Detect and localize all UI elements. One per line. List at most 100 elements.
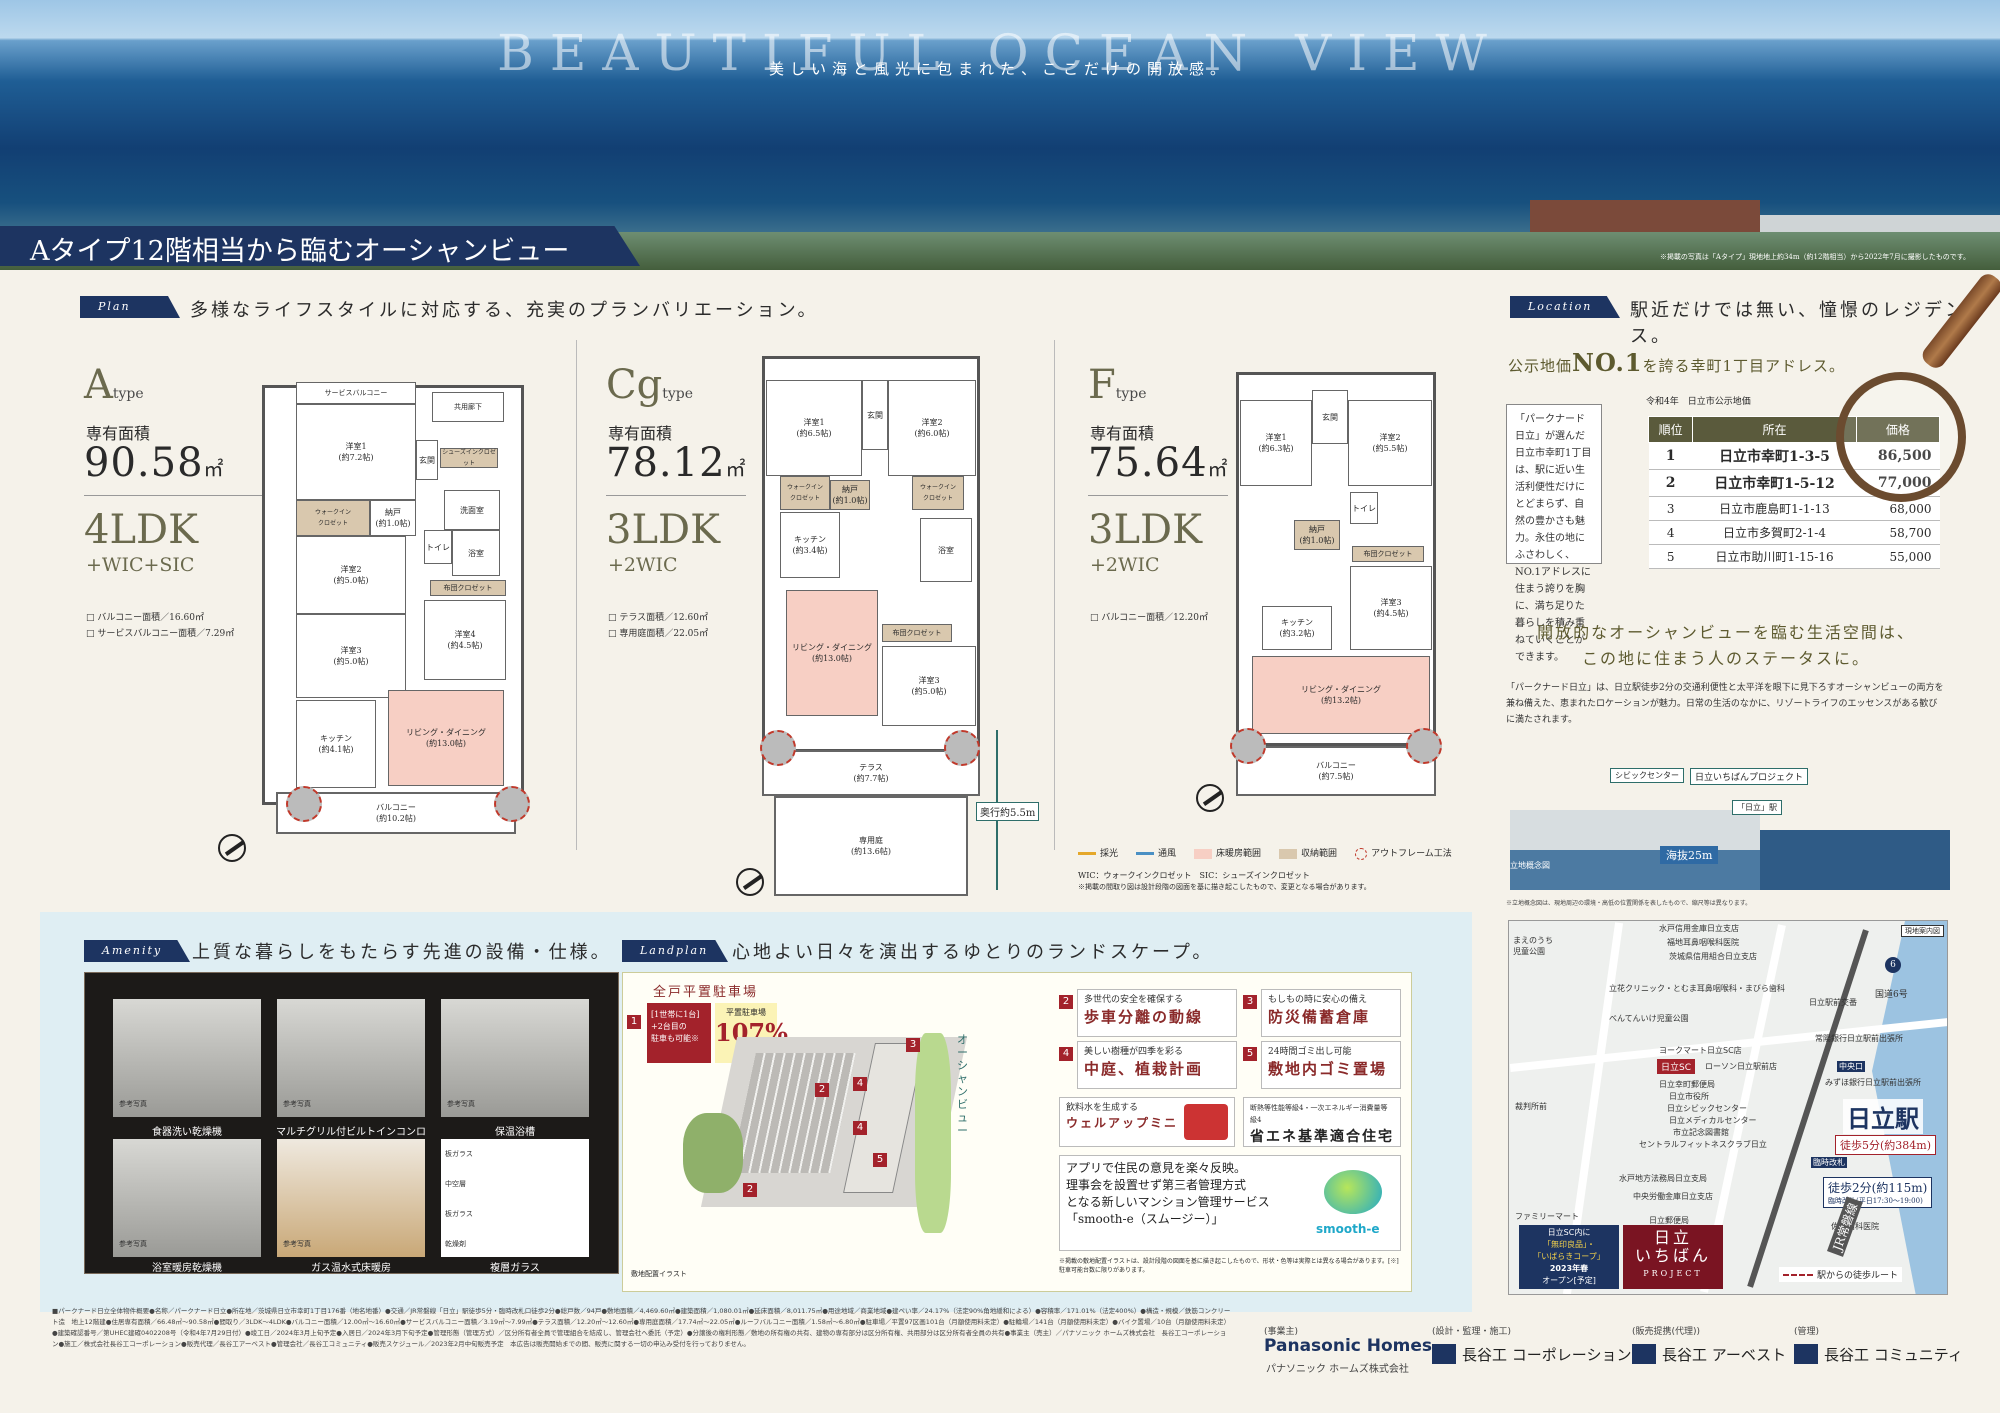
elev-buildings [1510, 810, 1760, 850]
num-badge: 2 [1059, 995, 1073, 1009]
parking-title: 全戸平置駐車場 [653, 985, 759, 1000]
water-unit-icon [1184, 1104, 1228, 1140]
fp-f-storage: 納戸 (約1.0帖) [1294, 520, 1340, 550]
compass-icon [1196, 784, 1224, 812]
feature-box: 美しい樹種が四季を彩る 中庭、植栽計画 [1077, 1041, 1237, 1089]
fp-a-shoes-closet: シューズインクロゼット [440, 448, 498, 468]
plan-legend: 採光 通風 床暖房範囲 収納範囲 アウトフレーム工法 [1078, 846, 1452, 860]
fp-a-washroom: 洗面室 [444, 490, 500, 530]
fp-f-living: リビング・ダイニング (約13.2帖) [1252, 656, 1430, 734]
ocean-view-photo: BEAUTIFUL OCEAN VIEW 美しい海と風光に包まれた、ここだけの開… [0, 0, 2000, 270]
amenity-tag: Amenity [84, 940, 190, 962]
fp-c-column-left [760, 730, 796, 766]
type-f-extra: +2WIC [1090, 554, 1160, 576]
fp-c-futon-closet: 布団クロゼット [882, 624, 952, 642]
fp-c-storage: 納戸 (約1.0帖) [830, 480, 870, 510]
amenity-title: 上質な暮らしをもたらす先進の設備・仕様。 [192, 942, 612, 963]
amenity-card: 参考写真 [113, 1139, 261, 1257]
type-a-divider [84, 495, 264, 496]
fp-f-kitchen: キッチン (約3.2帖) [1262, 606, 1332, 650]
feature-box: 24時間ゴミ出し可能 敷地内ゴミ置場 [1261, 1041, 1401, 1089]
feature-box: 多世代の安全を確保する 歩車分離の動線 [1077, 989, 1237, 1037]
amenity-card: 参考写真 [277, 999, 425, 1117]
fp-a-futon-closet: 布団クロゼット [430, 580, 506, 596]
area-map: 水戸信用金庫日立支店 福地耳鼻咽喉科医院 茨城県信用組合日立支店 まえのうち児童… [1508, 920, 1948, 1295]
fp-c-walkin1: ウォークイン クロゼット [780, 476, 830, 510]
landplan-note: ※掲載の敷地配置イラストは、設計段階の図面を基に描き起こしたもので、形状・色等は… [1059, 1258, 1399, 1274]
plan-separator [1054, 340, 1055, 850]
fp-a-bath: 浴室 [452, 530, 500, 576]
sc-announcement: 日立SC内に 「無印良品」・ 「いばらきコープ」 2023年春 オープン[予定] [1519, 1225, 1619, 1289]
type-f-area: 75.64㎡ [1088, 440, 1229, 486]
fp-a-room1: 洋室1 (約7.2帖) [296, 404, 416, 500]
amenity-panel: 参考写真 食器洗い乾燥機 参考写真 マルチグリル付ビルトインコンロ 参考写真 保… [84, 972, 619, 1274]
property-overview: ■パークナード日立全体物件概要●名称／パークナード日立●所在地／茨城県日立市幸町… [52, 1307, 1231, 1348]
amenity-caption: 保温浴槽 [495, 1127, 535, 1138]
fp-c-kitchen: キッチン (約3.4帖) [780, 512, 840, 578]
fp-c-entrance: 玄関 [862, 380, 888, 450]
type-a-extra: +WIC+SIC [86, 554, 195, 576]
parking-badge: [1世帯に1台] +2台目の 駐車も可能※ [647, 1003, 711, 1063]
compass-icon [736, 868, 764, 896]
fp-a-room2: 洋室2 (約5.0帖) [296, 536, 406, 614]
elev-sea-cliff [1760, 830, 1950, 890]
hero-banner: Aタイプ12階相当から臨むオーシャンビュー [0, 226, 640, 266]
fp-f-entrance: 玄関 [1312, 390, 1348, 444]
seller-name: パナソニック ホームズ株式会社 [1266, 1364, 1409, 1375]
location-tag: Location [1510, 296, 1620, 318]
amenity-card: 参考写真 [113, 999, 261, 1117]
table-caption: 令和4年 日立市公示地価 [1646, 397, 1751, 407]
fp-c-garden: 専用庭 (約13.6帖) [774, 796, 968, 896]
elev-civic: シビックセンター [1610, 768, 1684, 783]
brochure-page: BEAUTIFUL OCEAN VIEW 美しい海と風光に包まれた、ここだけの開… [0, 0, 2000, 1413]
fp-f-balcony: バルコニー (約7.5帖) [1236, 746, 1436, 796]
panasonic-homes-logo: Panasonic Homes [1264, 1336, 1433, 1356]
haseko-logo-icon [1432, 1344, 1456, 1364]
walk-2min: 徒歩2分(約115m) 臨時改札(平日17:30～19:00) [1823, 1177, 1933, 1208]
compass-icon [218, 834, 246, 862]
route-legend: 駅からの徒歩ルート [1779, 1267, 1903, 1282]
landplan-tag: Landplan [622, 940, 728, 962]
haseko-logo-icon [1794, 1344, 1818, 1364]
landplan-panel: 1 全戸平置駐車場 [1世帯に1台] +2台目の 駐車も可能※ 平置駐車場 10… [622, 972, 1412, 1292]
plan-tag: Plan [80, 296, 180, 318]
table-row: 4 日立市多賀町2-1-4 58,700 [1648, 520, 1940, 545]
fp-a-kitchen: キッチン (約4.1帖) [296, 700, 376, 788]
amenity-card: 板ガラス 中空層 板ガラス 乾燥剤 [441, 1139, 589, 1257]
mgmt-name: 長谷工 コミュニティ [1824, 1346, 1963, 1364]
fp-a-walkin: ウォークイン クロゼット [296, 500, 370, 536]
elevation-diagram: シビックセンター 日立いちばんプロジェクト 「日立」駅 立地概念図 海抜25m [1510, 760, 1950, 890]
smooth-e-wordmark: smooth-e [1316, 1222, 1380, 1236]
type-cg-area: 78.12㎡ [606, 440, 747, 486]
elev-note: ※立地概念図は、現地周辺の環境・高低の位置関係を表したもので、縮尺等は異なります… [1506, 900, 1752, 907]
fp-a-room4: 洋室4 (約4.5帖) [424, 600, 506, 680]
map-sc-badge: 日立SC [1657, 1059, 1695, 1074]
ocean-label: オーシャンビュー [957, 1033, 968, 1137]
builder-name: 長谷工 コーポレーション [1462, 1346, 1632, 1364]
fp-a-storage: 納戸 (約1.0帖) [370, 500, 416, 536]
num-badge: 3 [1243, 995, 1257, 1009]
th-location: 所在 [1692, 416, 1857, 443]
magnifier-icon [1836, 372, 1966, 502]
plan-title: 多様なライフスタイルに対応する、充実のプランバリエーション。 [190, 300, 819, 321]
plan-separator [576, 340, 577, 850]
fp-a-entrance: 玄関 [416, 440, 438, 480]
water-feature: 飲料水を生成する ウェルアップミニ [1059, 1097, 1235, 1147]
type-f-divider [1088, 495, 1228, 496]
amenity-caption: 複層ガラス [490, 1263, 540, 1274]
fp-f-room2: 洋室2 (約5.5帖) [1348, 400, 1432, 486]
elev-altitude: 海抜25m [1660, 846, 1719, 864]
mgmt-label: (管理) [1794, 1327, 1820, 1337]
type-f-layout: 3LDK [1088, 507, 1202, 553]
type-a-label: Atype [84, 362, 144, 408]
type-f-notes: □ バルコニー面積／12.20㎡ [1090, 613, 1208, 623]
fp-a-corridor: 共用廊下 [432, 392, 504, 422]
agent-name: 長谷工 アーベスト [1662, 1346, 1787, 1364]
haseko-logo-icon [1632, 1344, 1656, 1364]
type-a-area: 90.58㎡ [84, 440, 225, 486]
fp-c-walkin2: ウォークイン クロゼット [912, 476, 964, 510]
amenity-caption: マルチグリル付ビルトインコンロ [276, 1127, 426, 1138]
type-cg-divider [606, 495, 746, 496]
route6-sign-icon: 6 [1885, 957, 1901, 973]
num-badge: 5 [1243, 1047, 1257, 1061]
